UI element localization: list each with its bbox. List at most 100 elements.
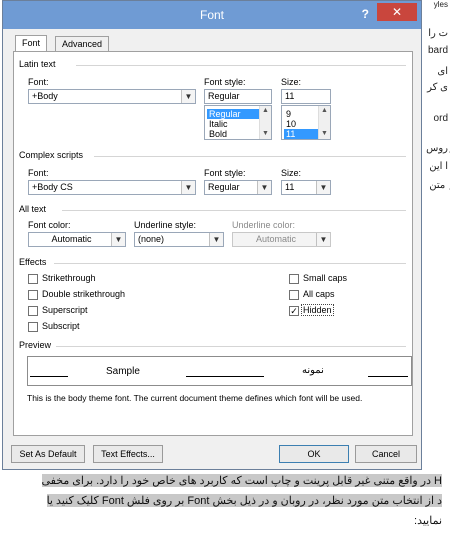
complex-size-label: Size: <box>281 168 302 178</box>
size-option-selected[interactable]: 11 <box>284 129 318 139</box>
all-caps-label[interactable]: All caps <box>303 289 335 299</box>
size-option[interactable]: 10 <box>284 119 318 129</box>
chevron-down-icon: ▼ <box>257 181 271 194</box>
bg-text-line: ی کر <box>427 82 448 93</box>
divider <box>54 263 406 264</box>
scroll-down-icon[interactable]: ▼ <box>260 129 271 139</box>
chevron-down-icon: ▼ <box>181 181 195 194</box>
style-option-italic[interactable]: Italic <box>207 119 259 129</box>
latin-section-title: Latin text <box>19 59 56 69</box>
tab-advanced[interactable]: Advanced <box>55 36 110 51</box>
alltext-section-title: All text <box>19 204 47 214</box>
underline-style-label: Underline style: <box>134 220 197 230</box>
cancel-label: Cancel <box>371 449 400 459</box>
scroll-up-icon[interactable]: ▲ <box>319 106 330 116</box>
tab-font-label: Font <box>22 38 41 48</box>
document-text-line: نمایید: <box>414 515 442 527</box>
preview-section-title: Preview <box>19 340 52 350</box>
scroll-down-icon[interactable]: ▼ <box>319 129 330 139</box>
small-caps-label[interactable]: Small caps <box>303 273 347 283</box>
superscript-checkbox[interactable] <box>28 306 38 316</box>
font-dialog: Font ? ✕ Font Advanced Latin text Font: … <box>2 0 422 470</box>
size-option[interactable]: 9 <box>284 109 318 119</box>
complex-font-select[interactable]: +Body CS ▼ <box>28 180 196 195</box>
underline-color-label: Underline color: <box>232 220 296 230</box>
latin-size-value: 11 <box>285 91 295 101</box>
divider <box>56 346 406 347</box>
latin-font-label: Font: <box>28 77 49 87</box>
font-color-label: Font color: <box>28 220 71 230</box>
chevron-down-icon: ▼ <box>316 233 330 246</box>
text-effects-label: Text Effects... <box>101 449 155 459</box>
small-caps-checkbox[interactable] <box>289 274 299 284</box>
strikethrough-checkbox[interactable] <box>28 274 38 284</box>
divider <box>62 210 406 211</box>
double-strikethrough-checkbox[interactable] <box>28 290 38 300</box>
chevron-down-icon: ▼ <box>209 233 223 246</box>
bg-text-line: bard <box>427 45 448 56</box>
scrollbar[interactable]: ▲ ▼ <box>259 106 271 139</box>
style-option-bold[interactable]: Bold <box>207 129 259 139</box>
effects-section-title: Effects <box>19 257 47 267</box>
document-text-line: د از انتخاب متن مورد نظر، در روبان و در … <box>46 494 442 507</box>
bg-text-line: ِروس <box>426 143 448 154</box>
double-strikethrough-label[interactable]: Double strikethrough <box>42 289 125 299</box>
text-effects-button[interactable]: Text Effects... <box>93 445 163 463</box>
style-option-regular[interactable]: Regular <box>207 109 259 119</box>
bg-text-top: yles <box>433 0 448 9</box>
latin-style-input[interactable]: Regular <box>204 89 272 104</box>
preview-rule <box>186 376 264 377</box>
font-color-select[interactable]: Automatic ▼ <box>28 232 126 247</box>
underline-style-value: (none) <box>138 234 165 244</box>
latin-size-list[interactable]: 9 10 11 ▲ ▼ <box>281 105 331 140</box>
checkmark-icon: ✓ <box>290 306 298 316</box>
subscript-checkbox[interactable] <box>28 322 38 332</box>
underline-color-value: Automatic <box>255 234 297 244</box>
help-icon[interactable]: ? <box>362 7 369 21</box>
tab-font[interactable]: Font <box>15 35 48 52</box>
cancel-button[interactable]: Cancel <box>355 445 417 463</box>
bg-text-line: ت را <box>428 28 448 39</box>
hidden-label[interactable]: Hidden <box>301 304 334 316</box>
complex-style-label: Font style: <box>204 168 246 178</box>
latin-font-select[interactable]: +Body ▼ <box>28 89 196 104</box>
scrollbar[interactable]: ▲ ▼ <box>318 106 330 139</box>
subscript-label[interactable]: Subscript <box>42 321 80 331</box>
strikethrough-label[interactable]: Strikethrough <box>42 273 96 283</box>
title-bar: Font ? ✕ <box>3 1 421 29</box>
underline-style-select[interactable]: (none) ▼ <box>134 232 224 247</box>
chevron-down-icon: ▼ <box>181 90 195 103</box>
complex-font-value: +Body CS <box>32 182 73 192</box>
preview-rule <box>368 376 408 377</box>
latin-size-input[interactable]: 11 <box>281 89 331 104</box>
close-icon[interactable]: ✕ <box>377 3 417 21</box>
bg-text-line: ord <box>433 113 448 124</box>
complex-font-label: Font: <box>28 168 49 178</box>
divider <box>94 156 406 157</box>
bg-text-line: ا این <box>429 161 448 172</box>
document-text-line: H در واقع متنی غیر قابل پرینت و چاپ است … <box>41 474 442 487</box>
bg-text-line: ای <box>437 66 448 77</box>
tab-advanced-label: Advanced <box>62 39 103 49</box>
ok-button[interactable]: OK <box>279 445 349 463</box>
latin-style-value: Regular <box>208 91 240 101</box>
font-color-value: Automatic <box>51 234 92 244</box>
all-caps-checkbox[interactable] <box>289 290 299 300</box>
set-as-default-button[interactable]: Set As Default <box>11 445 85 463</box>
latin-style-list[interactable]: Regular Italic Bold ▲ ▼ <box>204 105 272 140</box>
hidden-checkbox[interactable]: ✓ <box>289 306 299 316</box>
scroll-up-icon[interactable]: ▲ <box>260 106 271 116</box>
preview-rule <box>30 376 68 377</box>
preview-note: This is the body theme font. The current… <box>27 393 363 403</box>
complex-size-select[interactable]: 11 ▼ <box>281 180 331 195</box>
preview-box: Sample نمونه <box>27 356 412 386</box>
complex-section-title: Complex scripts <box>19 150 84 160</box>
underline-color-select: Automatic ▼ <box>232 232 331 247</box>
complex-style-select[interactable]: Regular ▼ <box>204 180 272 195</box>
latin-font-value: +Body <box>32 91 58 101</box>
complex-size-value: 11 <box>285 182 295 192</box>
preview-sample-latin: Sample <box>106 366 140 377</box>
divider <box>76 65 406 66</box>
ok-label: OK <box>307 449 321 459</box>
superscript-label[interactable]: Superscript <box>42 305 88 315</box>
